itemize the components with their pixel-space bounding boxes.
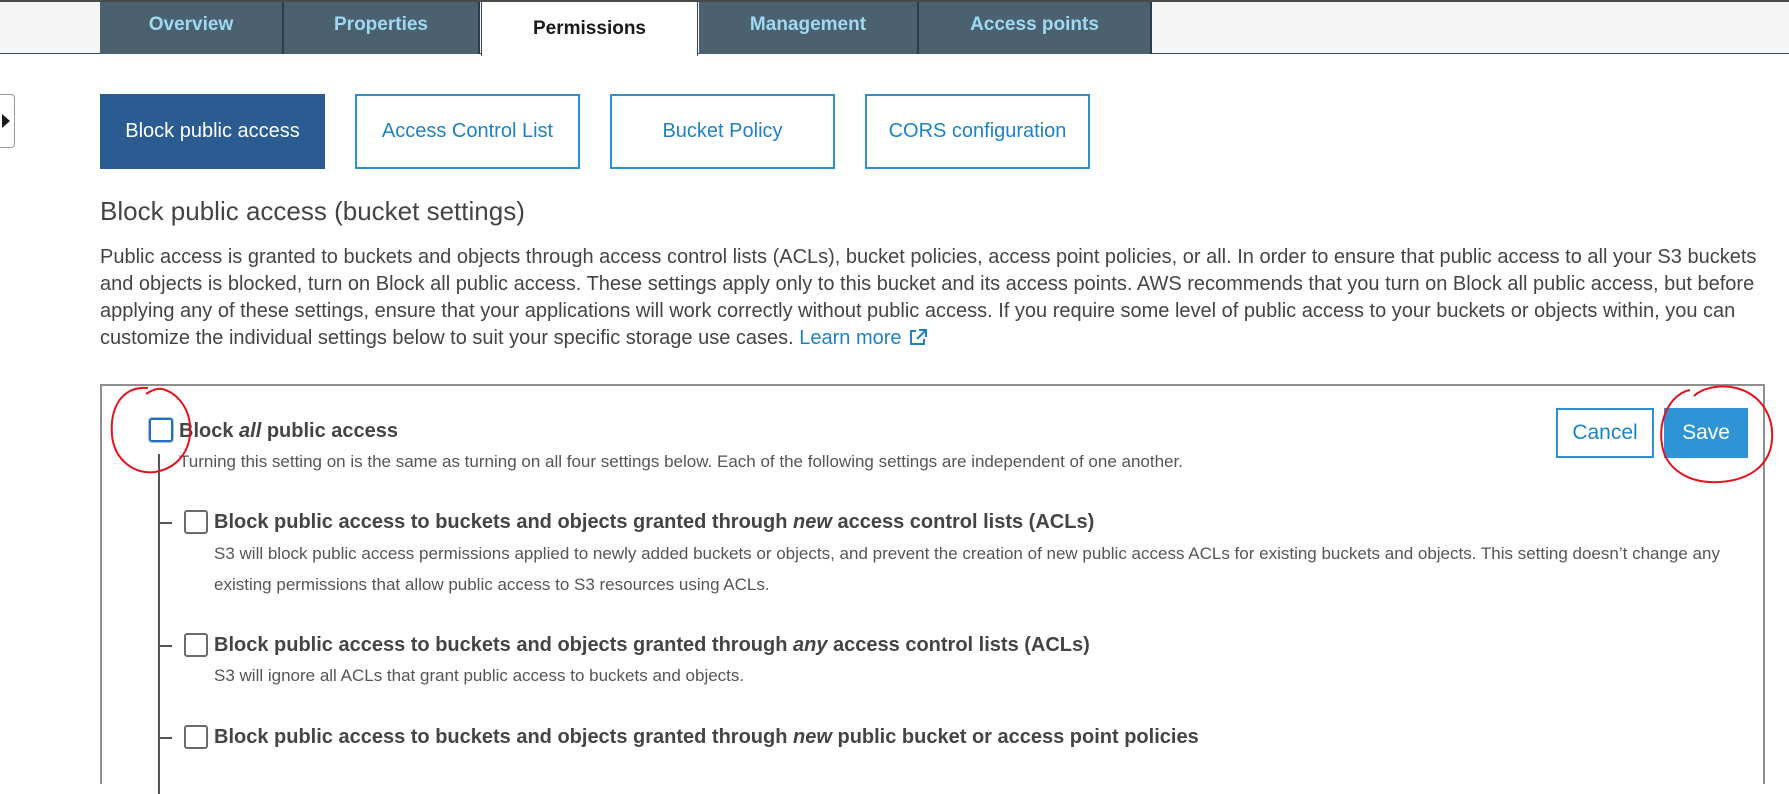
tab-access-points[interactable]: Access points bbox=[919, 2, 1152, 54]
sidebar-expand-button[interactable] bbox=[0, 94, 15, 148]
tree-branch bbox=[158, 645, 172, 647]
page-title: Block public access (bucket settings) bbox=[100, 196, 525, 226]
caret-right-icon bbox=[2, 114, 10, 128]
block-new-policies-checkbox[interactable] bbox=[184, 725, 208, 749]
block-new-acls-checkbox[interactable] bbox=[184, 510, 208, 534]
save-button[interactable]: Save bbox=[1664, 408, 1748, 458]
block-public-access-panel: Block all public access Turning this set… bbox=[100, 384, 1765, 794]
block-new-acls-title: Block public access to buckets and objec… bbox=[214, 511, 1095, 533]
block-any-acls-checkbox[interactable] bbox=[184, 633, 208, 657]
block-all-public-access-title: Block all public access bbox=[179, 420, 399, 442]
tab-properties[interactable]: Properties bbox=[284, 2, 480, 54]
subtab-block-public-access[interactable]: Block public access bbox=[100, 94, 325, 169]
tab-overview[interactable]: Overview bbox=[100, 2, 284, 54]
description-text: Public access is granted to buckets and … bbox=[100, 246, 1757, 349]
block-all-public-access-checkbox[interactable] bbox=[149, 418, 173, 442]
tab-management[interactable]: Management bbox=[699, 2, 919, 54]
section-description: Public access is granted to buckets and … bbox=[100, 244, 1760, 352]
external-link-icon bbox=[909, 329, 927, 345]
block-any-acls-title: Block public access to buckets and objec… bbox=[214, 634, 1090, 656]
block-new-acls-description: S3 will block public access permissions … bbox=[214, 544, 1720, 594]
block-any-acls-description: S3 will ignore all ACLs that grant publi… bbox=[214, 666, 745, 685]
settings-tree-line bbox=[158, 454, 160, 794]
tab-permissions[interactable]: Permissions bbox=[481, 2, 698, 56]
main-tab-bar: Overview Properties Permissions Manageme… bbox=[0, 2, 1789, 56]
tree-branch bbox=[158, 522, 172, 524]
cancel-button[interactable]: Cancel bbox=[1556, 408, 1654, 458]
learn-more-link[interactable]: Learn more bbox=[799, 327, 927, 349]
block-all-public-access-description: Turning this setting on is the same as t… bbox=[179, 452, 1183, 471]
block-new-policies-title: Block public access to buckets and objec… bbox=[214, 726, 1199, 748]
subtab-cors-configuration[interactable]: CORS configuration bbox=[865, 94, 1090, 169]
subtab-bucket-policy[interactable]: Bucket Policy bbox=[610, 94, 835, 169]
subtab-access-control-list[interactable]: Access Control List bbox=[355, 94, 580, 169]
tree-branch bbox=[158, 737, 172, 739]
